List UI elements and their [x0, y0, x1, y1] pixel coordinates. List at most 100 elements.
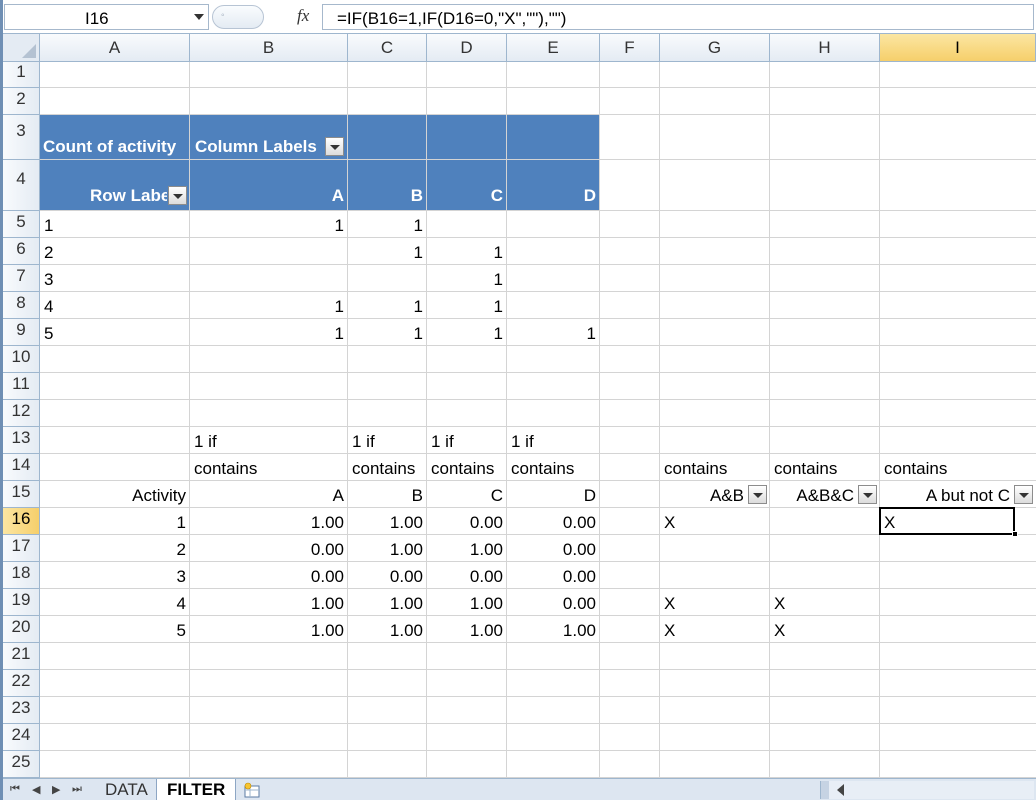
- filter-button-g[interactable]: [748, 485, 767, 504]
- table-cell-b[interactable]: 0.00: [190, 535, 348, 562]
- pivot-value-b[interactable]: 1: [348, 238, 427, 265]
- pivot-value-c[interactable]: 1: [427, 265, 507, 292]
- table-cell-b[interactable]: 1.00: [190, 589, 348, 616]
- table-cell-d[interactable]: 1.00: [427, 535, 507, 562]
- row-header-12[interactable]: 12: [3, 400, 40, 427]
- scroll-left-icon[interactable]: [837, 784, 844, 796]
- table-cell-a[interactable]: 3: [40, 562, 190, 589]
- table-cell-d[interactable]: 0.00: [427, 562, 507, 589]
- column-header-e[interactable]: E: [507, 34, 600, 62]
- tab-split-handle[interactable]: [821, 781, 829, 799]
- table-cell-d[interactable]: 1.00: [427, 616, 507, 643]
- table-cell-b[interactable]: 0.00: [190, 562, 348, 589]
- pivot-value-c[interactable]: 1: [427, 292, 507, 319]
- column-header-f[interactable]: F: [600, 34, 660, 62]
- header-line2-h[interactable]: contains: [770, 454, 880, 481]
- row-header-5[interactable]: 5: [3, 211, 40, 238]
- select-all-button[interactable]: [3, 34, 40, 62]
- column-header-d[interactable]: D: [427, 34, 507, 62]
- header-line1-d[interactable]: 1 if: [427, 427, 507, 454]
- row-header-23[interactable]: 23: [3, 697, 40, 724]
- header-label-e[interactable]: D: [507, 481, 600, 508]
- row-header-17[interactable]: 17: [3, 535, 40, 562]
- header-line2-i[interactable]: contains: [880, 454, 1036, 481]
- header-line2-b[interactable]: contains: [190, 454, 348, 481]
- row-header-19[interactable]: 19: [3, 589, 40, 616]
- row-header-4[interactable]: 4: [3, 160, 40, 211]
- column-header-g[interactable]: G: [660, 34, 770, 62]
- column-header-h[interactable]: H: [770, 34, 880, 62]
- table-flag-g[interactable]: X: [660, 589, 770, 616]
- table-cell-a[interactable]: 5: [40, 616, 190, 643]
- row-header-24[interactable]: 24: [3, 724, 40, 751]
- pivot-value-b[interactable]: 1: [348, 211, 427, 238]
- table-cell-e[interactable]: 1.00: [507, 616, 600, 643]
- table-cell-e[interactable]: 0.00: [507, 508, 600, 535]
- row-header-22[interactable]: 22: [3, 670, 40, 697]
- row-header-9[interactable]: 9: [3, 319, 40, 346]
- table-cell-b[interactable]: 1.00: [190, 508, 348, 535]
- header-line2-g[interactable]: contains: [660, 454, 770, 481]
- row-header-18[interactable]: 18: [3, 562, 40, 589]
- table-cell-c[interactable]: 1.00: [348, 589, 427, 616]
- table-flag-g[interactable]: X: [660, 616, 770, 643]
- pivot-value-c[interactable]: 1: [427, 238, 507, 265]
- name-box[interactable]: I16: [4, 4, 209, 30]
- column-labels-filter-button[interactable]: [325, 137, 344, 156]
- first-sheet-icon[interactable]: ⏮: [10, 783, 20, 796]
- header-label-d[interactable]: C: [427, 481, 507, 508]
- pivot-row-label[interactable]: 1: [40, 211, 190, 238]
- table-cell-c[interactable]: 1.00: [348, 616, 427, 643]
- header-line1-c[interactable]: 1 if: [348, 427, 427, 454]
- row-header-8[interactable]: 8: [3, 292, 40, 319]
- pivot-value-a[interactable]: 1: [190, 319, 348, 346]
- pivot-value-c[interactable]: 1: [427, 319, 507, 346]
- next-sheet-icon[interactable]: ▶: [52, 783, 60, 796]
- column-header-b[interactable]: B: [190, 34, 348, 62]
- table-cell-e[interactable]: 0.00: [507, 535, 600, 562]
- row-header-11[interactable]: 11: [3, 373, 40, 400]
- column-header-a[interactable]: A: [40, 34, 190, 62]
- table-cell-e[interactable]: 0.00: [507, 589, 600, 616]
- header-line1-b[interactable]: 1 if: [190, 427, 348, 454]
- header-label-c[interactable]: B: [348, 481, 427, 508]
- header-line2-e[interactable]: contains: [507, 454, 600, 481]
- pivot-value-a[interactable]: 1: [190, 292, 348, 319]
- table-flag-h[interactable]: X: [770, 589, 880, 616]
- table-cell-a[interactable]: 2: [40, 535, 190, 562]
- table-flag-i[interactable]: X: [880, 508, 1036, 535]
- row-header-20[interactable]: 20: [3, 616, 40, 643]
- pivot-row-label[interactable]: 2: [40, 238, 190, 265]
- row-header-16[interactable]: 16: [3, 508, 40, 535]
- header-label-a[interactable]: Activity: [40, 481, 190, 508]
- pivot-row-label[interactable]: 5: [40, 319, 190, 346]
- table-cell-e[interactable]: 0.00: [507, 562, 600, 589]
- row-header-13[interactable]: 13: [3, 427, 40, 454]
- pivot-row-label[interactable]: 4: [40, 292, 190, 319]
- row-labels-filter-button[interactable]: [168, 186, 187, 205]
- chevron-down-icon[interactable]: [194, 14, 204, 20]
- filter-button-h[interactable]: [858, 485, 877, 504]
- table-flag-g[interactable]: X: [660, 508, 770, 535]
- pivot-value-b[interactable]: 1: [348, 319, 427, 346]
- table-cell-d[interactable]: 0.00: [427, 508, 507, 535]
- column-header-c[interactable]: C: [348, 34, 427, 62]
- row-header-25[interactable]: 25: [3, 751, 40, 778]
- header-line2-d[interactable]: contains: [427, 454, 507, 481]
- prev-sheet-icon[interactable]: ◀: [32, 783, 40, 796]
- row-header-21[interactable]: 21: [3, 643, 40, 670]
- pivot-value-d[interactable]: 1: [507, 319, 600, 346]
- formula-input[interactable]: =IF(B16=1,IF(D16=0,"X",""),""): [322, 4, 1034, 30]
- table-cell-c[interactable]: 1.00: [348, 535, 427, 562]
- table-flag-h[interactable]: X: [770, 616, 880, 643]
- table-cell-c[interactable]: 0.00: [348, 562, 427, 589]
- pivot-value-b[interactable]: 1: [348, 292, 427, 319]
- row-header-15[interactable]: 15: [3, 481, 40, 508]
- row-header-10[interactable]: 10: [3, 346, 40, 373]
- table-cell-c[interactable]: 1.00: [348, 508, 427, 535]
- row-header-14[interactable]: 14: [3, 454, 40, 481]
- header-label-b[interactable]: A: [190, 481, 348, 508]
- table-cell-a[interactable]: 4: [40, 589, 190, 616]
- formula-bar-resize-handle[interactable]: ◦: [212, 5, 264, 29]
- sheet-tab-filter[interactable]: FILTER: [156, 779, 237, 800]
